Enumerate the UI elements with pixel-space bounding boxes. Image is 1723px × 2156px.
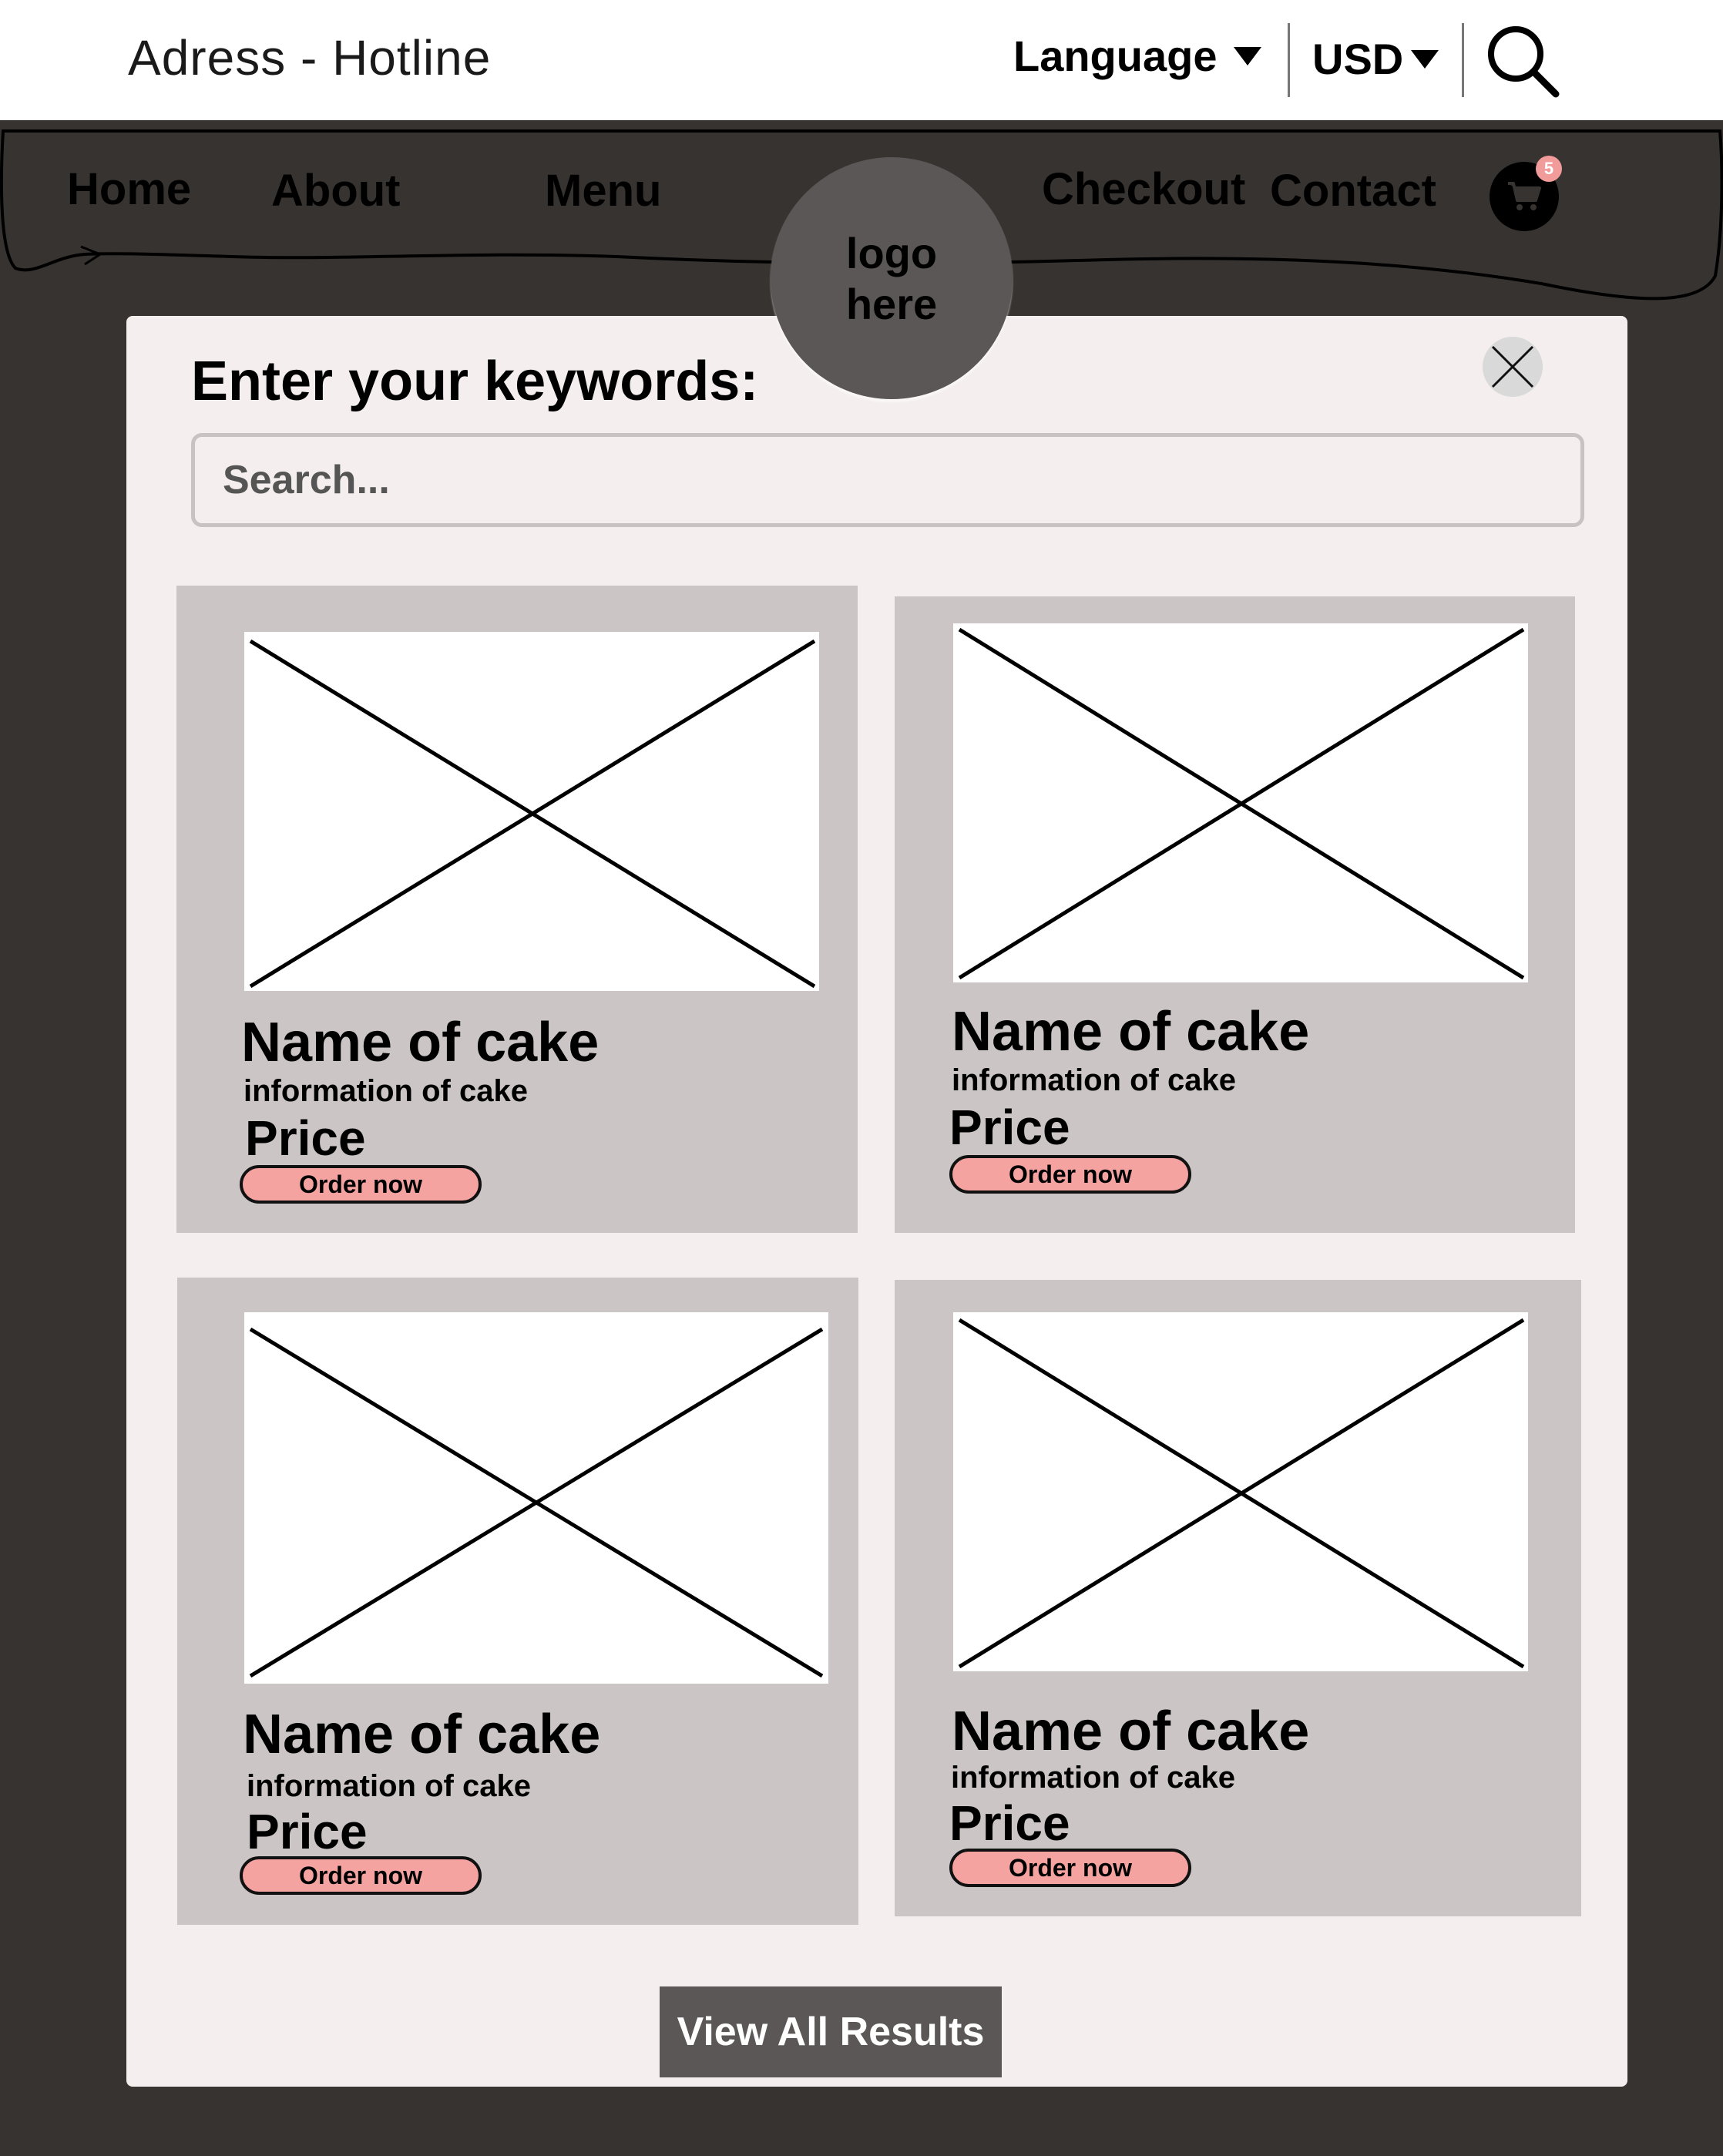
chevron-down-icon bbox=[1234, 46, 1262, 65]
top-bar: Adress - Hotline Language USD bbox=[0, 0, 1723, 120]
image-placeholder-icon bbox=[958, 627, 1525, 980]
logo-text-line1: logo bbox=[845, 229, 938, 277]
result-card: Name of cake information of cake Price O… bbox=[895, 1280, 1581, 1916]
cake-price: Price bbox=[949, 1795, 1070, 1851]
cart-icon bbox=[1508, 182, 1541, 210]
logo-text-line2: here bbox=[845, 280, 938, 328]
cake-price: Price bbox=[247, 1804, 368, 1859]
cart-count-badge: 5 bbox=[1536, 156, 1562, 182]
language-dropdown[interactable]: Language bbox=[1013, 31, 1262, 81]
cake-info: information of cake bbox=[951, 1761, 1235, 1795]
image-placeholder bbox=[244, 632, 819, 991]
cake-name: Name of cake bbox=[952, 1001, 1310, 1063]
order-now-button[interactable]: Order now bbox=[949, 1849, 1191, 1887]
cake-info: information of cake bbox=[247, 1769, 531, 1803]
cake-name: Name of cake bbox=[952, 1701, 1310, 1762]
chevron-down-icon bbox=[1411, 49, 1439, 69]
language-label: Language bbox=[1013, 32, 1218, 80]
order-now-button[interactable]: Order now bbox=[240, 1856, 482, 1895]
currency-label: USD bbox=[1312, 35, 1404, 83]
image-placeholder bbox=[953, 1312, 1528, 1671]
nav-checkout[interactable]: Checkout bbox=[1042, 163, 1245, 215]
close-icon bbox=[1491, 345, 1534, 388]
search-icon[interactable] bbox=[1483, 22, 1560, 99]
image-placeholder-icon bbox=[249, 639, 816, 989]
nav-home[interactable]: Home bbox=[67, 163, 191, 215]
image-placeholder-icon bbox=[958, 1318, 1525, 1669]
search-input[interactable] bbox=[191, 433, 1584, 527]
cake-name: Name of cake bbox=[241, 1012, 600, 1073]
cake-price: Price bbox=[949, 1100, 1070, 1155]
order-now-button[interactable]: Order now bbox=[949, 1155, 1191, 1194]
image-placeholder bbox=[953, 623, 1528, 982]
cake-name: Name of cake bbox=[243, 1704, 601, 1765]
cake-info: information of cake bbox=[244, 1074, 528, 1108]
view-all-results-button[interactable]: View All Results bbox=[660, 1986, 1002, 2077]
currency-dropdown[interactable]: USD bbox=[1312, 34, 1439, 84]
divider bbox=[1462, 23, 1464, 97]
search-modal: Enter your keywords: Name of cake inform… bbox=[126, 316, 1627, 2087]
close-button[interactable] bbox=[1483, 337, 1543, 397]
nav-menu[interactable]: Menu bbox=[545, 165, 661, 217]
result-card: Name of cake information of cake Price O… bbox=[895, 596, 1575, 1233]
site-logo[interactable]: logo here bbox=[771, 157, 1013, 399]
cake-info: information of cake bbox=[952, 1063, 1236, 1097]
order-now-button[interactable]: Order now bbox=[240, 1165, 482, 1204]
nav-contact[interactable]: Contact bbox=[1270, 165, 1436, 217]
divider bbox=[1288, 23, 1290, 97]
image-placeholder bbox=[244, 1312, 828, 1684]
image-placeholder-icon bbox=[249, 1327, 824, 1678]
nav-about[interactable]: About bbox=[271, 165, 401, 217]
modal-title: Enter your keywords: bbox=[191, 351, 759, 412]
result-card: Name of cake information of cake Price O… bbox=[177, 1278, 858, 1925]
result-card: Name of cake information of cake Price O… bbox=[176, 586, 858, 1233]
cake-price: Price bbox=[245, 1110, 366, 1166]
address-hotline: Adress - Hotline bbox=[128, 30, 492, 86]
